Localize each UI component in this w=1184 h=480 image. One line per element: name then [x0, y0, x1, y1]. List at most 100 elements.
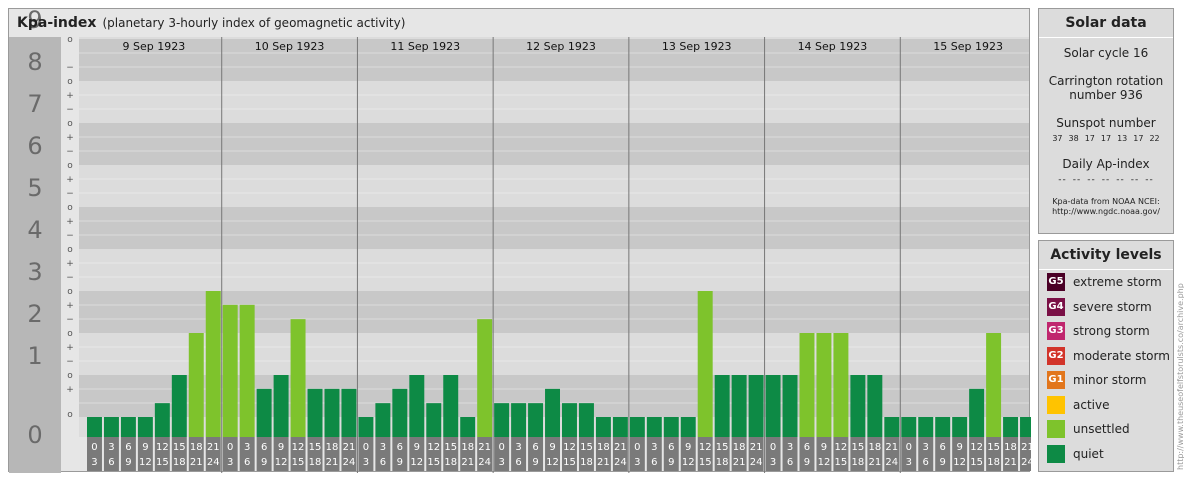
- minor-mark: o: [67, 35, 73, 45]
- chart-title: Kpa-index (planetary 3-hourly index of ge…: [17, 15, 405, 31]
- sunspot-value: 17: [1100, 134, 1112, 143]
- interval-start: 21: [885, 442, 898, 453]
- kp-bar: [307, 388, 323, 437]
- interval-start: 9: [821, 442, 827, 453]
- interval-start: 6: [532, 442, 538, 453]
- minor-mark: +: [66, 217, 74, 227]
- interval-end: 24: [885, 457, 898, 468]
- interval-start: 12: [292, 442, 305, 453]
- minor-mark: o: [67, 329, 73, 339]
- interval-start: 12: [156, 442, 169, 453]
- activity-level-swatch: G5: [1047, 273, 1065, 292]
- ap-value: --: [1087, 175, 1096, 185]
- interval-start: 3: [923, 442, 929, 453]
- interval-start: 3: [108, 442, 114, 453]
- ap-value: --: [1072, 175, 1082, 185]
- interval-start: 18: [868, 442, 881, 453]
- interval-end: 6: [380, 457, 386, 468]
- interval-end: 15: [156, 457, 169, 468]
- day-label: 10 Sep 1923: [255, 40, 325, 53]
- interval-start: 0: [770, 442, 776, 453]
- kp-bar: [205, 291, 221, 437]
- interval-end: 21: [326, 457, 339, 468]
- interval-end: 18: [309, 457, 322, 468]
- copyright-text: http://www.theuseofelfstorulsts.co/archi…: [1176, 283, 1184, 470]
- interval-end: 12: [818, 457, 831, 468]
- interval-start: 12: [835, 442, 848, 453]
- day-label: 14 Sep 1923: [798, 40, 868, 53]
- interval-end: 15: [835, 457, 848, 468]
- interval-end: 6: [787, 457, 793, 468]
- y-tick-label: 1: [27, 342, 42, 370]
- minor-mark: −: [66, 273, 74, 283]
- interval-start: 18: [733, 442, 746, 453]
- day-label: 9 Sep 1923: [122, 40, 185, 53]
- kp-bar: [528, 403, 544, 437]
- kp-bar: [137, 417, 153, 437]
- interval-start: 3: [787, 442, 793, 453]
- interval-start: 0: [906, 442, 912, 453]
- interval-start: 18: [461, 442, 474, 453]
- activity-level-swatch: [1047, 395, 1065, 414]
- interval-end: 24: [478, 457, 491, 468]
- interval-end: 9: [397, 457, 403, 468]
- kp-bar: [731, 375, 747, 437]
- interval-end: 12: [410, 457, 423, 468]
- interval-start: 6: [397, 442, 403, 453]
- interval-start: 15: [309, 442, 322, 453]
- kp-bar: [612, 417, 628, 437]
- kp-bar: [765, 375, 781, 437]
- kp-bar: [358, 417, 374, 437]
- interval-end: 9: [532, 457, 538, 468]
- ap-index-label: Daily Ap-index: [1062, 157, 1150, 171]
- interval-start: 0: [634, 442, 640, 453]
- day-label: 15 Sep 1923: [933, 40, 1003, 53]
- data-source: Kpa-data from NOAA NCEI: http://www.ngdc…: [1039, 197, 1173, 217]
- y-tick-label: 3: [27, 258, 42, 286]
- interval-end: 18: [716, 457, 729, 468]
- interval-start: 9: [142, 442, 148, 453]
- minor-mark: −: [66, 105, 74, 115]
- interval-start: 6: [804, 442, 810, 453]
- kp-bar: [748, 375, 764, 437]
- interval-end: 24: [1021, 457, 1031, 468]
- interval-end: 15: [292, 457, 305, 468]
- kp-chart-panel: 0 1 2 3 4 5 6 7 8 9 o + o − + o − + o − + o − + o − + o − + o − + o − o 9 Se…: [8, 8, 1031, 473]
- ap-value: --: [1101, 175, 1111, 185]
- carrington-rotation-line1: Carrington rotation: [1048, 74, 1164, 88]
- kp-bar: [290, 319, 306, 437]
- kp-bar: [511, 403, 527, 437]
- kp-bar: [273, 375, 289, 437]
- kp-bar: [1003, 417, 1019, 437]
- solar-cycle: Solar cycle 16: [1063, 46, 1149, 60]
- interval-end: 24: [750, 457, 763, 468]
- kp-bar: [850, 375, 866, 437]
- kp-bar: [867, 375, 883, 437]
- kp-bar: [952, 417, 968, 437]
- interval-end: 24: [614, 457, 627, 468]
- minor-mark: o: [67, 203, 73, 213]
- y-tick-label: 2: [27, 300, 42, 328]
- y-tick-label: 0: [27, 421, 42, 449]
- minor-mark: +: [66, 259, 74, 269]
- interval-end: 12: [275, 457, 288, 468]
- interval-start: 3: [515, 442, 521, 453]
- interval-start: 3: [244, 442, 250, 453]
- minor-mark: +: [66, 175, 74, 185]
- interval-start: 6: [668, 442, 674, 453]
- interval-start: 3: [651, 442, 657, 453]
- data-source-link[interactable]: http://www.ngdc.noaa.gov/: [1039, 207, 1173, 217]
- minor-mark: o: [67, 371, 73, 381]
- interval-end: 6: [244, 457, 250, 468]
- activity-level-label: unsettled: [1073, 422, 1130, 437]
- y-tick-label: 8: [27, 48, 42, 76]
- activity-level-label: severe storm: [1073, 299, 1152, 314]
- activity-level-swatch: G3: [1047, 322, 1065, 341]
- interval-end: 18: [173, 457, 186, 468]
- interval-start: 21: [207, 442, 220, 453]
- interval-start: 12: [699, 442, 712, 453]
- interval-end: 6: [923, 457, 929, 468]
- minor-mark: +: [66, 301, 74, 311]
- interval-end: 15: [427, 457, 440, 468]
- ap-value: --: [1145, 175, 1154, 185]
